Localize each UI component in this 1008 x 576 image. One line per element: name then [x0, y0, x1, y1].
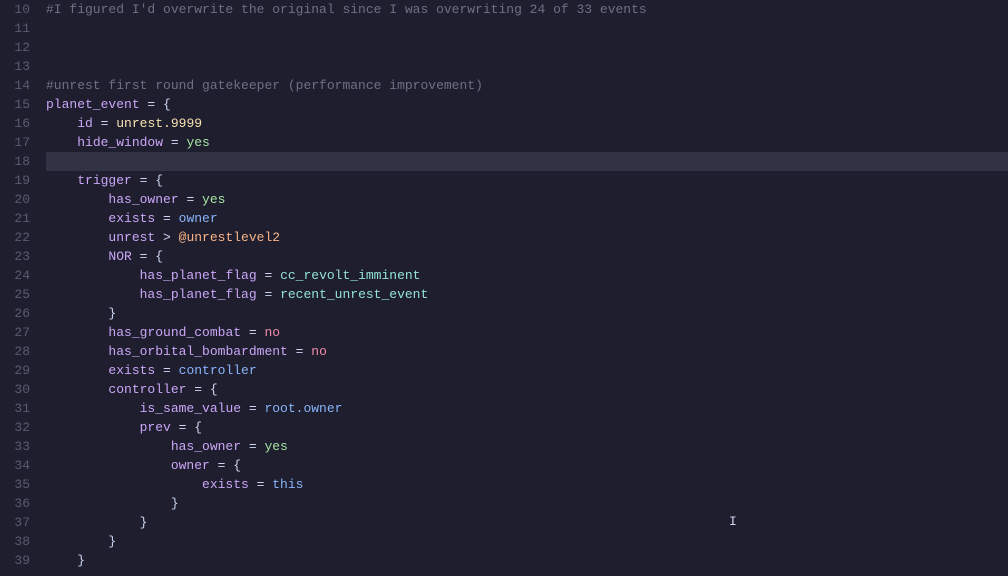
line-num-37: 37	[8, 513, 30, 532]
line-num-35: 35	[8, 475, 30, 494]
line-23: NOR = {	[46, 247, 1008, 266]
line-num-14: 14	[8, 76, 30, 95]
line-16: id = unrest.9999	[46, 114, 1008, 133]
line-num-19: 19	[8, 171, 30, 190]
line-numbers: 10 11 12 13 14 15 16 17 18 19 20 21 22 2…	[0, 0, 38, 576]
line-num-22: 22	[8, 228, 30, 247]
line-31: is_same_value = root.owner	[46, 399, 1008, 418]
line-33: has_owner = yes	[46, 437, 1008, 456]
line-34: owner = {	[46, 456, 1008, 475]
line-num-34: 34	[8, 456, 30, 475]
line-13	[46, 57, 1008, 76]
line-24: has_planet_flag = cc_revolt_imminent	[46, 266, 1008, 285]
line-22: unrest > @unrestlevel2	[46, 228, 1008, 247]
line-num-18: 18	[8, 152, 30, 171]
line-26: }	[46, 304, 1008, 323]
line-35: exists = this	[46, 475, 1008, 494]
line-num-10: 10	[8, 0, 30, 19]
line-num-25: 25	[8, 285, 30, 304]
line-num-12: 12	[8, 38, 30, 57]
line-20: has_owner = yes	[46, 190, 1008, 209]
line-num-15: 15	[8, 95, 30, 114]
line-15: planet_event = {	[46, 95, 1008, 114]
line-num-16: 16	[8, 114, 30, 133]
line-21: exists = owner	[46, 209, 1008, 228]
line-num-31: 31	[8, 399, 30, 418]
line-19: trigger = {	[46, 171, 1008, 190]
line-39: }	[46, 551, 1008, 570]
line-num-13: 13	[8, 57, 30, 76]
line-11	[46, 19, 1008, 38]
line-num-28: 28	[8, 342, 30, 361]
line-29: exists = controller	[46, 361, 1008, 380]
line-num-39: 39	[8, 551, 30, 570]
line-32: prev = {	[46, 418, 1008, 437]
line-num-17: 17	[8, 133, 30, 152]
line-num-24: 24	[8, 266, 30, 285]
line-num-20: 20	[8, 190, 30, 209]
line-27: has_ground_combat = no	[46, 323, 1008, 342]
line-num-21: 21	[8, 209, 30, 228]
line-37: }	[46, 513, 1008, 532]
line-num-32: 32	[8, 418, 30, 437]
line-num-36: 36	[8, 494, 30, 513]
line-25: has_planet_flag = recent_unrest_event	[46, 285, 1008, 304]
line-18	[46, 152, 1008, 171]
line-num-38: 38	[8, 532, 30, 551]
line-num-33: 33	[8, 437, 30, 456]
line-num-30: 30	[8, 380, 30, 399]
line-num-29: 29	[8, 361, 30, 380]
line-num-11: 11	[8, 19, 30, 38]
code-content[interactable]: #I figured I'd overwrite the original si…	[38, 0, 1008, 576]
line-num-27: 27	[8, 323, 30, 342]
code-editor[interactable]: 10 11 12 13 14 15 16 17 18 19 20 21 22 2…	[0, 0, 1008, 576]
line-14: #unrest first round gatekeeper (performa…	[46, 76, 1008, 95]
line-17: hide_window = yes	[46, 133, 1008, 152]
line-12	[46, 38, 1008, 57]
line-10: #I figured I'd overwrite the original si…	[46, 0, 1008, 19]
line-num-26: 26	[8, 304, 30, 323]
line-28: has_orbital_bombardment = no	[46, 342, 1008, 361]
line-num-23: 23	[8, 247, 30, 266]
line-30: controller = {	[46, 380, 1008, 399]
line-36: }	[46, 494, 1008, 513]
line-38: }	[46, 532, 1008, 551]
